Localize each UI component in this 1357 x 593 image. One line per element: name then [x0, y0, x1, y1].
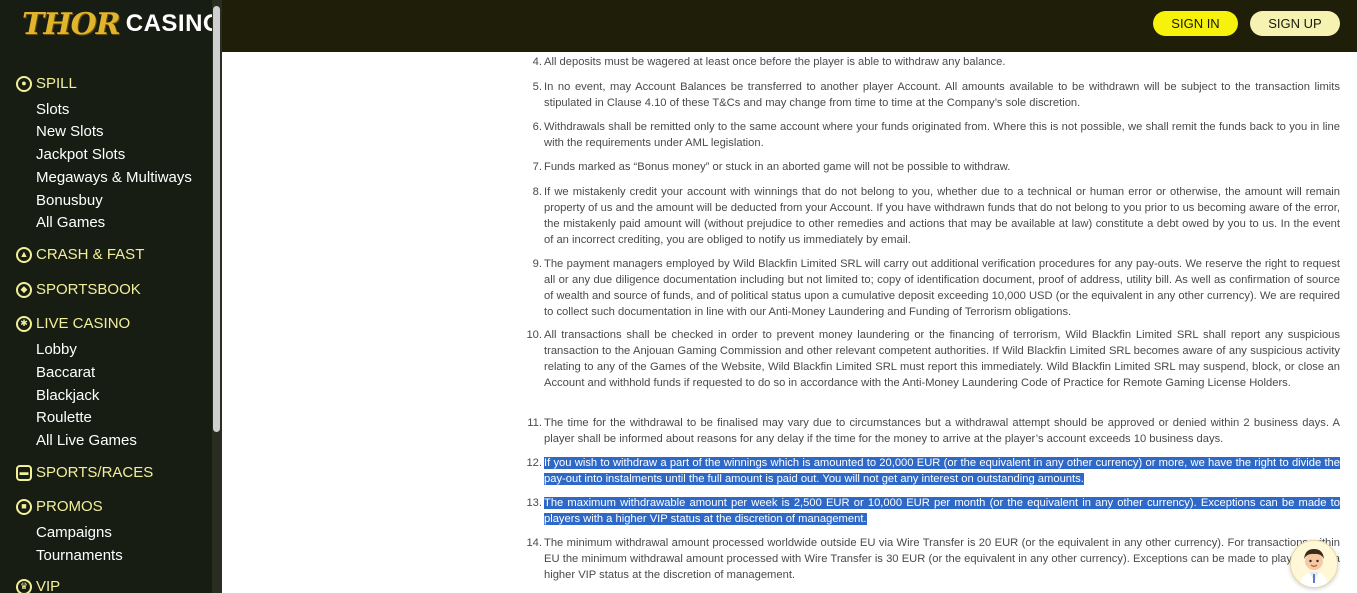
- slot-chip-icon: ●: [16, 75, 32, 92]
- gift-icon: ■: [16, 498, 32, 515]
- terms-item-text: The time for the withdrawal to be finali…: [544, 417, 1340, 445]
- sidebar-item-bonusbuy[interactable]: Bonusbuy: [36, 192, 103, 209]
- sidebar-section-spill[interactable]: ● SPILL: [16, 75, 77, 92]
- sidebar-item-tournaments[interactable]: Tournaments: [36, 547, 123, 564]
- terms-item-text: The minimum withdrawal amount processed …: [544, 537, 1340, 581]
- sidebar-item-campaigns[interactable]: Campaigns: [36, 524, 112, 541]
- terms-item-text[interactable]: The maximum withdrawable amount per week…: [544, 495, 1340, 527]
- terms-item-number: 12.: [526, 457, 542, 469]
- sidebar-item-blackjack[interactable]: Blackjack: [36, 387, 99, 404]
- sidebar-section-crash[interactable]: ▲ CRASH & FAST: [16, 246, 144, 263]
- terms-item-text: All deposits must be wagered at least on…: [544, 56, 1006, 68]
- selected-text: If you wish to withdraw a part of the wi…: [544, 457, 1340, 485]
- terms-content: 4. All deposits must be wagered at least…: [222, 52, 1357, 593]
- sidebar-item-lobby[interactable]: Lobby: [36, 341, 77, 358]
- terms-item-number: 5.: [532, 81, 542, 93]
- sidebar-item-roulette[interactable]: Roulette: [36, 409, 92, 426]
- terms-item-text[interactable]: If you wish to withdraw a part of the wi…: [544, 455, 1340, 487]
- sidebar-item-megaways[interactable]: Megaways & Multiways: [36, 169, 192, 186]
- sidebar-section-sports-races[interactable]: ▬ SPORTS/RACES: [16, 464, 153, 481]
- terms-item-number: 4.: [532, 56, 542, 68]
- logo-thor-text: THOR: [22, 6, 121, 42]
- support-agent-icon: [1300, 549, 1328, 587]
- terms-item-number: 10.: [526, 329, 542, 341]
- sidebar-scrollbar-thumb[interactable]: [213, 6, 220, 432]
- sidebar-section-live-casino[interactable]: ✱ LIVE CASINO: [16, 315, 130, 332]
- terms-item-number: 13.: [526, 497, 542, 509]
- crown-icon: ♛: [16, 578, 32, 593]
- terms-item-text: All transactions shall be checked in ord…: [544, 329, 1340, 389]
- sign-in-button[interactable]: SIGN IN: [1153, 11, 1238, 36]
- terms-item-text: In no event, may Account Balances be tra…: [544, 81, 1340, 109]
- sidebar-item-slots[interactable]: Slots: [36, 101, 69, 118]
- sign-up-button[interactable]: SIGN UP: [1250, 11, 1340, 36]
- terms-item-text: The payment managers employed by Wild Bl…: [544, 258, 1340, 318]
- sidebar-item-new-slots[interactable]: New Slots: [36, 123, 104, 140]
- vr-headset-icon: ▬: [16, 464, 32, 481]
- sidebar-section-label: SPILL: [36, 75, 77, 92]
- terms-item-number: 9.: [532, 258, 542, 270]
- sidebar-section-promos[interactable]: ■ PROMOS: [16, 498, 103, 515]
- sidebar-section-label: LIVE CASINO: [36, 315, 131, 332]
- sidebar-section-label: PROMOS: [36, 498, 103, 515]
- sidebar-section-vip[interactable]: ♛ VIP: [16, 578, 60, 593]
- terms-item-text: If we mistakenly credit your account wit…: [544, 186, 1340, 246]
- terms-item-number: 6.: [532, 121, 542, 133]
- sidebar-section-label: SPORTS/RACES: [36, 464, 154, 481]
- sidebar-section-sportsbook[interactable]: ◆ SPORTSBOOK: [16, 281, 141, 298]
- selected-text: The maximum withdrawable amount per week…: [544, 497, 1340, 525]
- terms-item-number: 7.: [532, 161, 542, 173]
- sidebar-item-all-live-games[interactable]: All Live Games: [36, 432, 137, 449]
- terms-item-text: Withdrawals shall be remitted only to th…: [544, 121, 1340, 149]
- terms-item-number: 14.: [526, 537, 542, 549]
- sidebar-section-label: VIP: [36, 578, 61, 593]
- ball-icon: ◆: [16, 281, 32, 298]
- sidebar: THOR CASINO ● SPILL Slots New Slots Jack…: [0, 0, 212, 593]
- terms-item-number: 8.: [532, 186, 542, 198]
- terms-item-text: Funds marked as “Bonus money” or stuck i…: [544, 161, 1011, 173]
- terms-item-number: 11.: [527, 417, 542, 429]
- roulette-icon: ✱: [16, 315, 32, 332]
- sidebar-section-label: CRASH & FAST: [36, 246, 145, 263]
- sidebar-item-all-games[interactable]: All Games: [36, 214, 105, 231]
- sidebar-item-jackpot-slots[interactable]: Jackpot Slots: [36, 146, 125, 163]
- support-chat-avatar[interactable]: [1290, 540, 1338, 588]
- rocket-icon: ▲: [16, 246, 32, 263]
- sidebar-item-baccarat[interactable]: Baccarat: [36, 364, 95, 381]
- thor-casino-logo[interactable]: THOR CASINO: [22, 3, 212, 45]
- sidebar-section-label: SPORTSBOOK: [36, 281, 141, 298]
- logo-casino-text: CASINO: [125, 10, 212, 37]
